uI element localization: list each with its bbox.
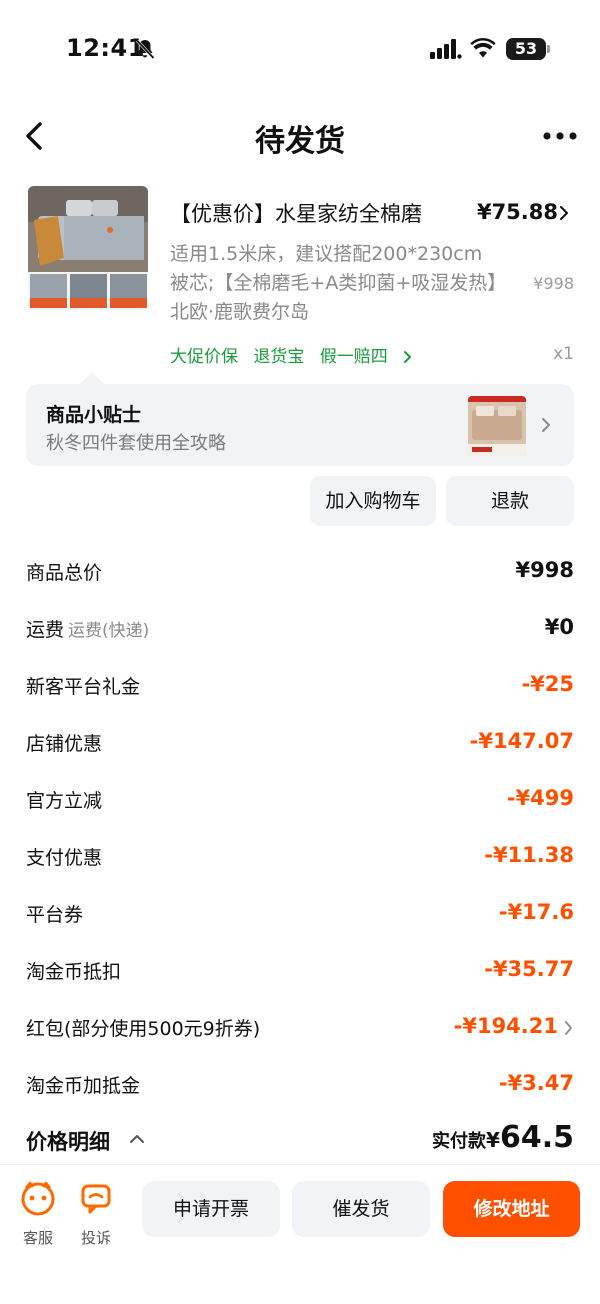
row-label-text: 运费 bbox=[26, 619, 65, 641]
add-to-cart-button[interactable]: 加入购物车 bbox=[310, 476, 436, 526]
row-value: -¥147.07 bbox=[469, 729, 574, 753]
row-label: 红包(部分使用500元9折券) bbox=[26, 1018, 261, 1040]
price-row-official-cut: 官方立减 -¥499 bbox=[26, 786, 574, 818]
price-row-store-discount: 店铺优惠 -¥147.07 bbox=[26, 729, 574, 761]
price-detail-toggle[interactable]: 价格明细 bbox=[26, 1126, 110, 1156]
total-label: 实付款 bbox=[432, 1131, 487, 1152]
row-value: ¥0 bbox=[544, 615, 574, 639]
price-row-red-packet[interactable]: 红包(部分使用500元9折券) -¥194.21 bbox=[26, 1014, 574, 1046]
actual-payment: 实付款¥64.5 bbox=[432, 1120, 574, 1155]
product-tips-card[interactable]: 商品小贴士 秋冬四件套使用全攻略 bbox=[26, 384, 574, 466]
customer-service-entry[interactable]: 客服 bbox=[18, 1179, 58, 1249]
bottom-action-bar: 客服 投诉 申请开票 催发货 修改地址 bbox=[0, 1164, 600, 1304]
customer-service-label: 客服 bbox=[22, 1229, 53, 1247]
status-bar: 12:41 53 bbox=[0, 0, 600, 96]
total-value: 64.5 bbox=[499, 1120, 574, 1155]
chevron-right-icon bbox=[404, 351, 412, 363]
product-quantity: x1 bbox=[553, 344, 574, 364]
product-photo bbox=[28, 186, 148, 310]
row-value: -¥25 bbox=[521, 672, 574, 696]
product-price: ¥75.88 bbox=[476, 200, 558, 224]
row-value: -¥35.77 bbox=[484, 957, 574, 981]
price-row-payment-discount: 支付优惠 -¥11.38 bbox=[26, 843, 574, 875]
row-value: ¥998 bbox=[515, 558, 574, 582]
modify-address-button[interactable]: 修改地址 bbox=[443, 1181, 580, 1237]
tag-fake-compensation: 假一赔四 bbox=[319, 347, 388, 367]
chevron-right-icon[interactable] bbox=[558, 204, 570, 222]
tag-return-insurance: 退货宝 bbox=[253, 347, 305, 367]
price-row-total: 商品总价 ¥998 bbox=[26, 558, 574, 590]
customer-service-icon bbox=[21, 1181, 55, 1216]
chevron-right-icon bbox=[565, 1021, 572, 1035]
product-original-price: ¥998 bbox=[533, 274, 574, 293]
row-label: 店铺优惠 bbox=[26, 733, 103, 755]
battery-tip bbox=[547, 45, 550, 53]
apply-invoice-button[interactable]: 申请开票 bbox=[142, 1181, 280, 1237]
chevron-up-icon[interactable] bbox=[128, 1132, 146, 1146]
row-label: 商品总价 bbox=[26, 562, 103, 584]
row-label: 新客平台礼金 bbox=[26, 676, 141, 698]
complaint-entry[interactable]: 投诉 bbox=[76, 1179, 116, 1249]
row-value: -¥17.6 bbox=[498, 900, 574, 924]
row-value: -¥499 bbox=[506, 786, 574, 810]
bell-muted-icon bbox=[135, 39, 155, 60]
product-spec: 适用1.5米床，建议搭配200*230cm被芯;【全棉磨毛+A类抑菌+吸湿发热】… bbox=[170, 243, 497, 323]
tips-pointer bbox=[80, 372, 104, 384]
complaint-label: 投诉 bbox=[80, 1229, 111, 1247]
cellular-signal-icon bbox=[430, 39, 462, 59]
tips-thumbnail bbox=[468, 396, 526, 456]
price-row-shipping: 运费 运费(快递) ¥0 bbox=[26, 615, 574, 647]
price-row-new-customer-gift: 新客平台礼金 -¥25 bbox=[26, 672, 574, 704]
tag-price-protect: 大促价保 bbox=[170, 347, 238, 367]
row-value: -¥3.47 bbox=[498, 1071, 574, 1095]
price-row-coin-deduction: 淘金币抵扣 -¥35.77 bbox=[26, 957, 574, 989]
nav-bar: 待发货 bbox=[0, 100, 600, 172]
row-label: 淘金币抵扣 bbox=[26, 961, 122, 983]
battery-indicator: 53 bbox=[506, 38, 546, 60]
page-title: 待发货 bbox=[255, 124, 345, 159]
complaint-icon bbox=[81, 1184, 111, 1214]
row-label: 官方立减 bbox=[26, 790, 103, 812]
product-thumbnail[interactable] bbox=[28, 186, 148, 310]
price-row-platform-coupon: 平台券 -¥17.6 bbox=[26, 900, 574, 932]
row-value: -¥194.21 bbox=[453, 1014, 558, 1038]
row-label: 运费 运费(快递) bbox=[26, 615, 149, 642]
tips-subtitle: 秋冬四件套使用全攻略 bbox=[46, 433, 226, 454]
chevron-right-icon bbox=[542, 418, 550, 432]
product-title[interactable]: 【优惠价】水星家纺全棉磨 bbox=[170, 198, 422, 228]
row-value: -¥11.38 bbox=[484, 843, 574, 867]
total-currency: ¥ bbox=[486, 1128, 500, 1152]
urge-shipment-button[interactable]: 催发货 bbox=[292, 1181, 430, 1237]
service-tags[interactable]: 大促价保 退货宝 假一赔四 bbox=[170, 342, 413, 367]
more-options-icon[interactable] bbox=[540, 122, 580, 150]
row-sublabel: 运费(快递) bbox=[68, 621, 150, 641]
tips-title: 商品小贴士 bbox=[46, 404, 142, 426]
row-label: 淘金币加抵金 bbox=[26, 1075, 141, 1097]
price-row-coin-bonus: 淘金币加抵金 -¥3.47 bbox=[26, 1071, 574, 1103]
wifi-icon bbox=[470, 38, 496, 58]
row-label: 平台券 bbox=[26, 904, 84, 926]
refund-button[interactable]: 退款 bbox=[446, 476, 574, 526]
row-label: 支付优惠 bbox=[26, 847, 103, 869]
